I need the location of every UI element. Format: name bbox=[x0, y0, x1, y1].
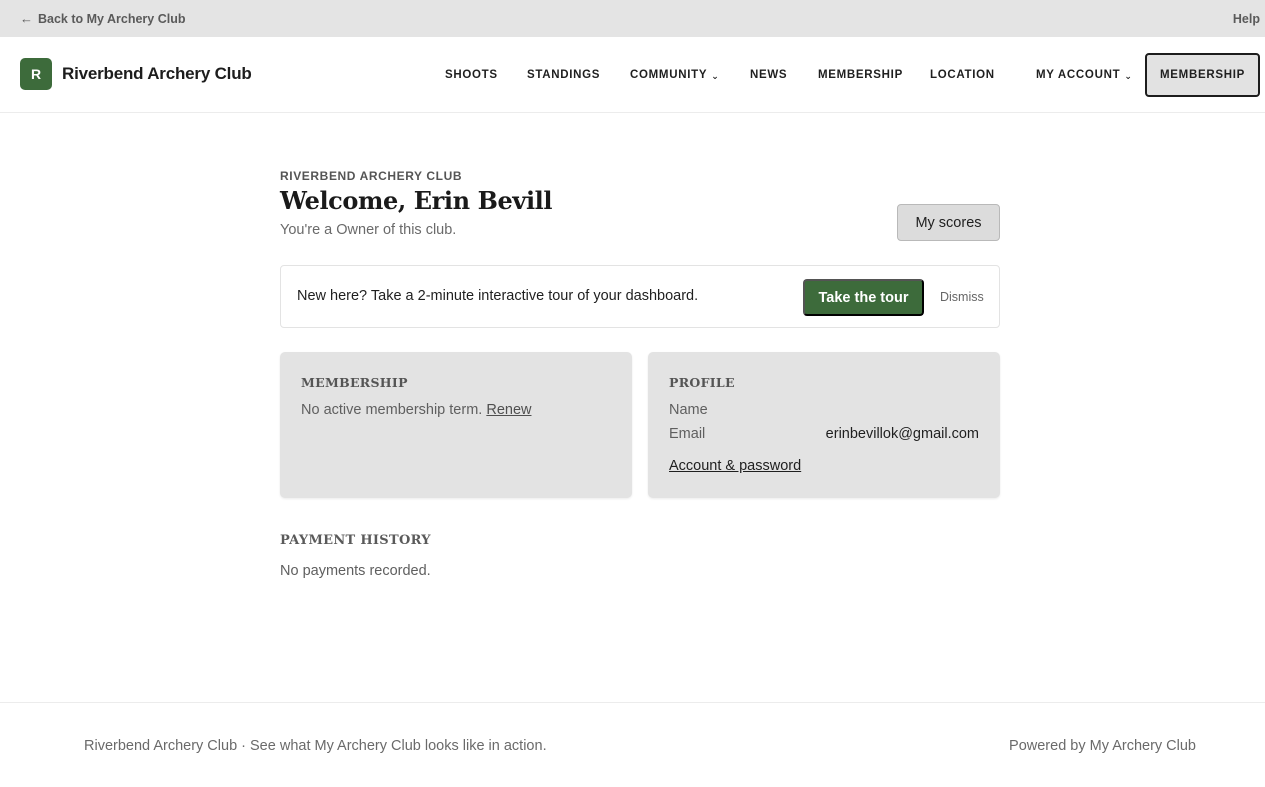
membership-status-text: No active membership term. bbox=[301, 402, 483, 418]
chevron-down-icon: ⌄ bbox=[1124, 71, 1133, 81]
arrow-left-icon: ← bbox=[20, 11, 33, 26]
account-password-link[interactable]: Account & password bbox=[669, 458, 801, 474]
club-eyebrow: RIVERBEND ARCHERY CLUB bbox=[280, 169, 463, 183]
take-tour-button[interactable]: Take the tour bbox=[803, 279, 924, 316]
nav-my-account-label: MY ACCOUNT bbox=[1036, 69, 1121, 81]
help-link[interactable]: Help bbox=[1233, 12, 1260, 26]
footer-tagline: Riverbend Archery Club · See what My Arc… bbox=[84, 738, 547, 754]
membership-status: No active membership term. Renew bbox=[301, 402, 531, 418]
profile-name-label: Name bbox=[669, 402, 708, 418]
membership-cta-button[interactable]: MEMBERSHIP bbox=[1145, 53, 1260, 97]
nav-community[interactable]: COMMUNITY ⌄ bbox=[630, 68, 719, 82]
membership-card: MEMBERSHIP No active membership term. Re… bbox=[280, 352, 632, 498]
payment-history-empty: No payments recorded. bbox=[280, 563, 431, 579]
nav-shoots[interactable]: SHOOTS bbox=[445, 69, 498, 81]
dismiss-tour-button[interactable]: Dismiss bbox=[940, 290, 984, 304]
site-footer: Riverbend Archery Club · See what My Arc… bbox=[0, 702, 1265, 787]
powered-by-link[interactable]: Powered by My Archery Club bbox=[1009, 738, 1196, 754]
profile-card-title: PROFILE bbox=[669, 375, 735, 390]
chevron-down-icon: ⌄ bbox=[711, 71, 720, 81]
nav-community-label: COMMUNITY bbox=[630, 69, 708, 81]
site-header: R Riverbend Archery Club SHOOTS STANDING… bbox=[0, 37, 1265, 113]
utility-bar: ← Back to My Archery Club Help bbox=[0, 0, 1265, 37]
brand-home-link[interactable]: R Riverbend Archery Club bbox=[20, 58, 252, 90]
profile-card: PROFILE Name Email erinbevillok@gmail.co… bbox=[648, 352, 1000, 498]
nav-membership[interactable]: MEMBERSHIP bbox=[818, 69, 903, 81]
membership-card-title: MEMBERSHIP bbox=[301, 375, 408, 390]
payment-history-title: PAYMENT HISTORY bbox=[280, 533, 431, 548]
renew-link[interactable]: Renew bbox=[486, 402, 531, 418]
back-link-label: Back to My Archery Club bbox=[38, 11, 186, 26]
tour-message: New here? Take a 2-minute interactive to… bbox=[297, 288, 699, 304]
my-scores-button[interactable]: My scores bbox=[897, 204, 1000, 241]
back-link[interactable]: ← Back to My Archery Club bbox=[20, 11, 186, 26]
club-name: Riverbend Archery Club bbox=[62, 64, 252, 83]
tour-banner: New here? Take a 2-minute interactive to… bbox=[280, 265, 1000, 328]
nav-my-account[interactable]: MY ACCOUNT ⌄ bbox=[1036, 68, 1133, 82]
club-logo: R bbox=[20, 58, 52, 90]
role-text: You're a Owner of this club. bbox=[280, 222, 457, 238]
nav-location[interactable]: LOCATION bbox=[930, 69, 995, 81]
page-title: Welcome, Erin Bevill bbox=[280, 186, 553, 215]
nav-standings[interactable]: STANDINGS bbox=[527, 69, 600, 81]
profile-email-label: Email bbox=[669, 426, 706, 442]
nav-news[interactable]: NEWS bbox=[750, 69, 787, 81]
profile-email-value: erinbevillok@gmail.com bbox=[825, 426, 979, 442]
